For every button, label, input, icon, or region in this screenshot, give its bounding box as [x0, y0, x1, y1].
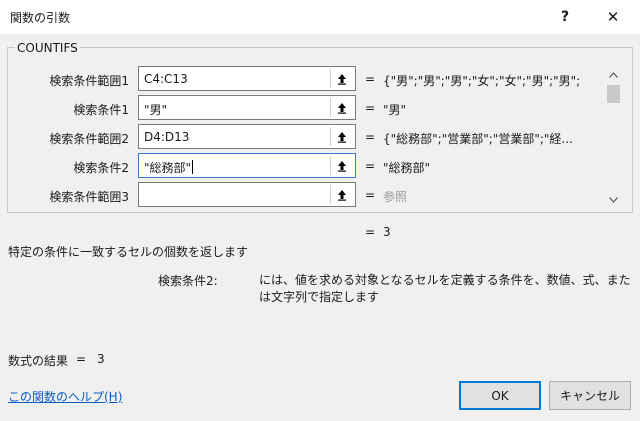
argument-row-criteria-range-3: 検索条件範囲3 = 参照: [0, 182, 604, 207]
equals-sign: =: [365, 101, 376, 115]
question-icon: ?: [560, 9, 570, 25]
criteria-1-input[interactable]: "男": [138, 95, 356, 120]
collapse-arrow-icon: [338, 189, 346, 201]
argument-input-value: "男": [144, 103, 168, 117]
argument-input-value: "総務部": [144, 159, 194, 176]
argument-row-criteria-1: 検索条件1 "男" = "男": [0, 95, 604, 120]
equals-sign: =: [365, 130, 376, 144]
arguments-scrollbar[interactable]: [605, 66, 622, 208]
argument-help-text: には、値を求める対象となるセルを定義する条件を、数値、式、または文字列で指定しま…: [259, 273, 631, 304]
argument-input-value: D4:D13: [144, 130, 190, 144]
function-name: COUNTIFS: [15, 41, 80, 55]
argument-evaluated-value: 参照: [383, 190, 408, 204]
cancel-button[interactable]: キャンセル: [549, 381, 631, 410]
collapse-dialog-button[interactable]: [330, 127, 353, 146]
argument-evaluated-value: "総務部": [383, 161, 431, 175]
argument-row-criteria-range-2: 検索条件範囲2 D4:D13 = {"総務部";"営業部";"営業部";"経..…: [0, 124, 604, 149]
argument-label: 検索条件2: [73, 161, 129, 175]
argument-row-criteria-2: 検索条件2 "総務部" = "総務部": [0, 153, 604, 178]
function-help-link[interactable]: この関数のヘルプ(H): [8, 388, 122, 405]
text-caret: [192, 160, 194, 174]
collapse-arrow-icon: [338, 73, 346, 85]
formula-result-value: 3: [97, 352, 105, 366]
function-description: 特定の条件に一致するセルの個数を返します: [8, 245, 249, 259]
chevron-down-icon: [609, 196, 618, 203]
argument-label: 検索条件1: [73, 103, 129, 117]
function-result-value: 3: [383, 225, 391, 239]
collapse-arrow-icon: [338, 102, 346, 114]
argument-label: 検索条件範囲1: [49, 74, 129, 88]
argument-evaluated-value: "男": [383, 103, 407, 117]
collapse-arrow-icon: [338, 131, 346, 143]
argument-input-value: C4:C13: [144, 72, 188, 86]
collapse-arrow-icon: [338, 160, 346, 172]
criteria-range-2-input[interactable]: D4:D13: [138, 124, 356, 149]
collapse-dialog-button[interactable]: [330, 98, 353, 117]
argument-input-text: "総務部": [144, 161, 192, 175]
ok-button[interactable]: OK: [459, 381, 541, 410]
argument-evaluated-value: {"男";"男";"男";"女";"女";"男";"男";: [383, 74, 581, 88]
help-button[interactable]: ?: [552, 4, 578, 30]
close-icon: ✕: [606, 8, 620, 26]
collapse-dialog-button[interactable]: [330, 185, 353, 204]
argument-row-criteria-range-1: 検索条件範囲1 C4:C13 = {"男";"男";"男";"女";"女";"男…: [0, 66, 604, 91]
close-button[interactable]: ✕: [598, 4, 628, 30]
argument-label: 検索条件範囲3: [49, 190, 129, 204]
collapse-dialog-button[interactable]: [330, 69, 353, 88]
scroll-up-button[interactable]: [605, 66, 622, 83]
equals-sign: =: [365, 159, 376, 173]
equals-sign: =: [365, 72, 376, 86]
criteria-range-3-input[interactable]: [138, 182, 356, 207]
chevron-up-icon: [609, 71, 618, 78]
formula-result-label: 数式の結果: [8, 354, 69, 368]
argument-evaluated-value: {"総務部";"営業部";"営業部";"経...: [383, 132, 573, 146]
title-bar: 関数の引数 ? ✕: [0, 0, 640, 34]
argument-help-label: 検索条件2:: [158, 274, 218, 288]
scroll-down-button[interactable]: [605, 191, 622, 208]
formula-result-equals: =: [76, 352, 87, 366]
function-result-equals: =: [365, 225, 376, 239]
scroll-thumb[interactable]: [607, 85, 620, 103]
criteria-2-input[interactable]: "総務部": [138, 153, 356, 178]
argument-label: 検索条件範囲2: [49, 132, 129, 146]
dialog-title: 関数の引数: [10, 11, 71, 25]
collapse-dialog-button[interactable]: [330, 156, 353, 175]
equals-sign: =: [365, 188, 376, 202]
criteria-range-1-input[interactable]: C4:C13: [138, 66, 356, 91]
